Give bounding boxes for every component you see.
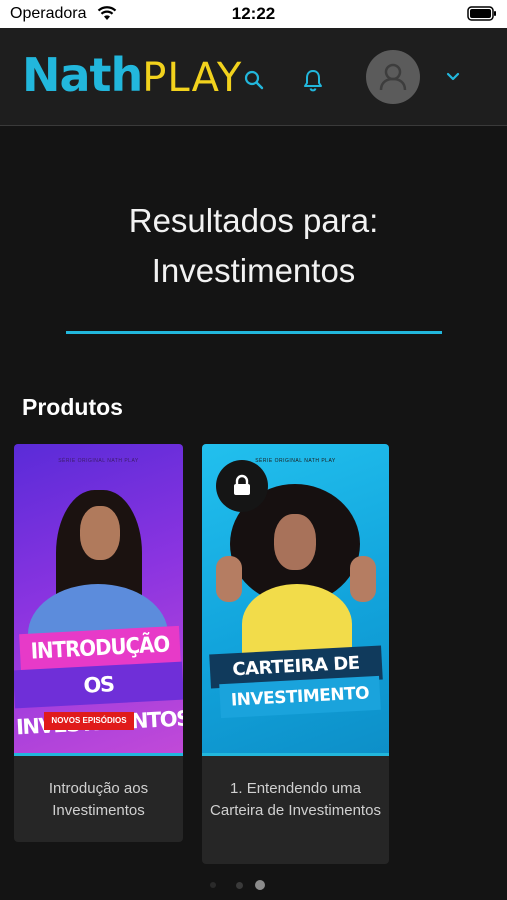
- nathplay-logo[interactable]: NathPLAY: [22, 48, 242, 104]
- presenter-face: [274, 514, 316, 570]
- section-title-produtos: Produtos: [22, 394, 123, 420]
- status-bar: Operadora 12:22: [0, 0, 507, 28]
- product-title[interactable]: 1. Entendendo uma Carteira de Investimen…: [210, 778, 381, 822]
- chevron-down-icon[interactable]: [446, 72, 460, 82]
- pagination-dot[interactable]: [210, 882, 216, 888]
- avatar[interactable]: [366, 50, 420, 104]
- results-label: Resultados para:: [128, 202, 379, 239]
- results-underline: [66, 331, 442, 334]
- product-thumbnail[interactable]: SÉRIE ORIGINAL NATH PLAY INTRODUÇÃO OS I…: [14, 444, 183, 756]
- pagination-dot[interactable]: [236, 882, 243, 889]
- thumbnail-banner-line2: INVESTIMENTO: [219, 675, 381, 719]
- locked-badge: [216, 460, 268, 512]
- thumbnail-accent-line: [14, 753, 183, 756]
- new-episodes-badge: NOVOS EPISÓDIOS: [44, 712, 134, 730]
- logo-play-text: PLAY: [142, 55, 243, 101]
- presenter-hand-left: [216, 556, 242, 602]
- results-title: Resultados para: Investimentos: [0, 196, 507, 296]
- battery-icon: [467, 6, 496, 21]
- pagination-dot-active[interactable]: [255, 880, 265, 890]
- serie-label: SÉRIE ORIGINAL NATH PLAY: [58, 458, 139, 464]
- presenter-face: [80, 506, 120, 560]
- results-query: Investimentos: [151, 252, 356, 289]
- product-thumbnail[interactable]: SÉRIE ORIGINAL NATH PLAY CARTEIRA DE INV…: [202, 444, 389, 756]
- product-title[interactable]: Introdução aos Investimentos: [22, 778, 175, 822]
- clock: 12:22: [231, 4, 276, 23]
- app-header: NathPLAY: [0, 28, 507, 126]
- product-card[interactable]: SÉRIE ORIGINAL NATH PLAY INTRODUÇÃO OS I…: [14, 444, 183, 842]
- lock-icon: [234, 474, 250, 495]
- thumbnail-banner-line2: OS INVESTIMENTOS: [14, 661, 183, 739]
- bell-icon[interactable]: [302, 68, 324, 92]
- search-icon[interactable]: [244, 70, 264, 90]
- logo-nath-text: Nath: [22, 48, 143, 102]
- user-icon: [379, 63, 407, 91]
- thumbnail-accent-line: [202, 753, 389, 756]
- product-card[interactable]: SÉRIE ORIGINAL NATH PLAY CARTEIRA DE INV…: [202, 444, 389, 864]
- presenter-hand-right: [350, 556, 376, 602]
